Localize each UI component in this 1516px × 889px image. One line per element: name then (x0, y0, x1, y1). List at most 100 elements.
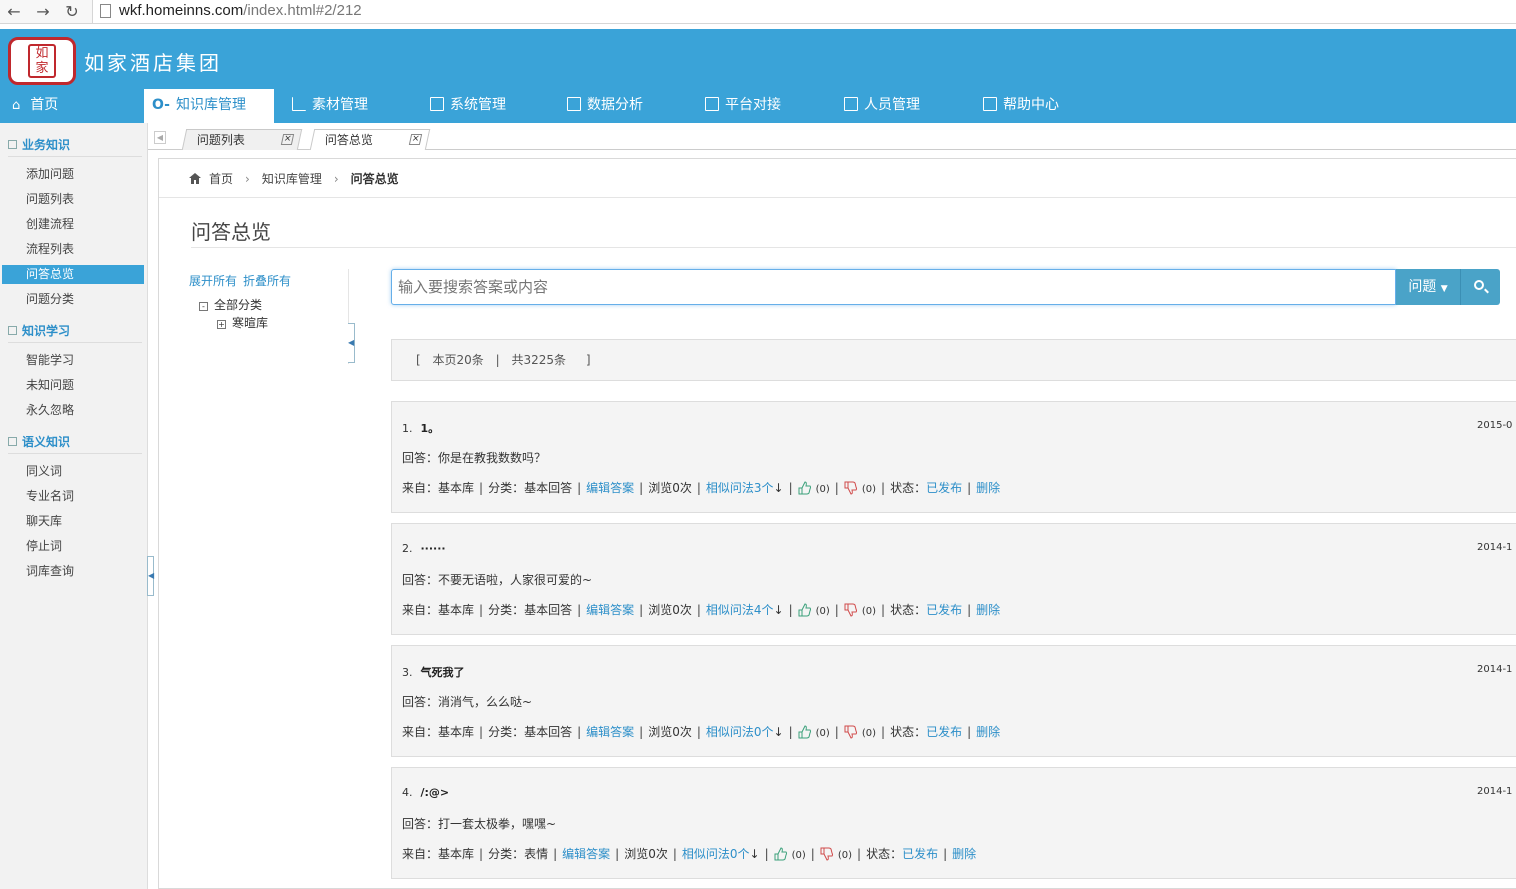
thumbs-up-icon[interactable] (798, 481, 812, 495)
address-bar[interactable]: wkf.homeinns.com/index.html#2/212 (92, 0, 1516, 23)
sidebar-item-lexicon-query[interactable]: 词库查询 (2, 562, 144, 581)
sidebar-item-question-category[interactable]: 问题分类 (2, 290, 144, 309)
sidebar-section-semantic[interactable]: 语义知识 (8, 433, 70, 450)
tab-question-list-label: 问题列表 (196, 133, 245, 147)
sidebar-item-unknown-questions[interactable]: 未知问题 (2, 376, 144, 395)
sidebar-section-business[interactable]: 业务知识 (8, 136, 70, 153)
windows-icon (983, 97, 997, 111)
thumbs-up-icon[interactable] (798, 603, 812, 617)
home-icon: ⌂ (12, 98, 21, 113)
sidebar-item-terms[interactable]: 专业名词 (2, 487, 144, 506)
divider (191, 247, 1516, 248)
edit-answer-link[interactable]: 编辑答案 (562, 847, 610, 861)
nav-people[interactable]: 人员管理 (836, 89, 956, 123)
tree-collapse-handle[interactable]: ◀ (348, 323, 355, 363)
edit-answer-link[interactable]: 编辑答案 (586, 603, 634, 617)
thumbs-down-icon[interactable] (820, 847, 834, 861)
nav-knowledge-base-label: 知识库管理 (175, 97, 246, 113)
similar-questions-link[interactable]: 相似问法0个 (682, 847, 750, 861)
breadcrumb-parent[interactable]: 知识库管理 (262, 172, 322, 186)
close-icon[interactable]: × (408, 134, 423, 145)
search-button[interactable] (1461, 269, 1500, 305)
search-type-dropdown[interactable]: 问题 ▼ (1396, 269, 1461, 305)
tree-node-greeting[interactable]: + 寒暄库 (217, 314, 268, 331)
nav-home[interactable]: ⌂ 首页 (4, 89, 144, 123)
delete-link[interactable]: 删除 (976, 725, 1000, 739)
sidebar-item-stopwords[interactable]: 停止词 (2, 537, 144, 556)
sidebar-item-create-flow[interactable]: 创建流程 (2, 215, 144, 234)
browser-toolbar: ← → ↻ wkf.homeinns.com/index.html#2/212 (0, 0, 1516, 24)
delete-link[interactable]: 删除 (952, 847, 976, 861)
sidebar-collapse-handle[interactable]: ◀ (147, 556, 154, 596)
arrow-down-icon[interactable]: ↓ (750, 847, 760, 861)
top-nav: ⌂ 首页 O- 知识库管理 素材管理 系统管理 数据分析 平台对接 人员管理 帮助中… (0, 89, 1516, 123)
breadcrumb-home[interactable]: 首页 (209, 172, 233, 186)
back-icon[interactable]: ← (4, 2, 24, 22)
search-input[interactable] (391, 269, 1396, 305)
arrow-down-icon[interactable]: ↓ (774, 603, 784, 617)
pager-summary: [ 本页20条 | 共3225条 ] (391, 339, 1516, 381)
status-link[interactable]: 已发布 (926, 603, 962, 617)
edit-answer-link[interactable]: 编辑答案 (586, 481, 634, 495)
similar-questions-link[interactable]: 相似问法0个 (706, 725, 774, 739)
similar-questions-link[interactable]: 相似问法3个 (706, 481, 774, 495)
close-icon[interactable]: × (280, 134, 295, 145)
qa-card: 2. ······ 2014-1 回答：不要无语啦，人家很可爱的~ 来自：基本库 |… (391, 523, 1516, 635)
card-meta: 来自：基本库 | 分类：基本回答 | 编辑答案 | 浏览0次 | 相似问法4个↓ | (0) | (0)… (402, 603, 1001, 617)
question[interactable]: 2. ······ (402, 542, 446, 555)
answer: 回答：你是在教我数数吗？ (402, 451, 547, 465)
sidebar-item-flow-list[interactable]: 流程列表 (2, 240, 144, 259)
reload-icon[interactable]: ↻ (62, 2, 82, 22)
expand-all-link[interactable]: 展开所有 (189, 274, 237, 288)
sidebar-item-add-question[interactable]: 添加问题 (2, 165, 144, 184)
arrow-down-icon[interactable]: ↓ (774, 725, 784, 739)
similar-questions-link[interactable]: 相似问法4个 (706, 603, 774, 617)
arrow-down-icon[interactable]: ↓ (774, 481, 784, 495)
edit-answer-link[interactable]: 编辑答案 (586, 725, 634, 739)
logo-seal: 如家 (28, 44, 56, 78)
nav-materials[interactable]: 素材管理 (284, 89, 404, 123)
nav-help[interactable]: 帮助中心 (975, 89, 1095, 123)
nav-materials-label: 素材管理 (312, 97, 368, 113)
sidebar-item-smart-learning[interactable]: 智能学习 (2, 351, 144, 370)
status-link[interactable]: 已发布 (926, 481, 962, 495)
thumbs-down-icon[interactable] (844, 481, 858, 495)
logo[interactable]: 如家 (8, 37, 76, 85)
tab-qa-overview[interactable]: 问答总览 × (309, 129, 431, 150)
sidebar-item-ignored[interactable]: 永久忽略 (2, 401, 144, 420)
tree-node-all[interactable]: - 全部分类 (199, 296, 262, 313)
collapse-all-link[interactable]: 折叠所有 (243, 274, 291, 288)
forward-icon[interactable]: → (33, 2, 53, 22)
page-icon (100, 4, 111, 18)
sidebar-section-learning[interactable]: 知识学习 (8, 322, 70, 339)
thumbs-up-icon[interactable] (774, 847, 788, 861)
tab-question-list[interactable]: 问题列表 × (181, 129, 303, 150)
sidebar-item-question-list[interactable]: 问题列表 (2, 190, 144, 209)
question[interactable]: 3. 气死我了 (402, 664, 465, 680)
thumbs-down-icon[interactable] (844, 725, 858, 739)
nav-platform[interactable]: 平台对接 (697, 89, 817, 123)
total-count: 共3225条 (511, 353, 567, 367)
sidebar: 业务知识 添加问题 问题列表 创建流程 流程列表 问答总览 问题分类 知识学习 … (0, 123, 148, 889)
thumbs-up-icon[interactable] (798, 725, 812, 739)
sidebar-item-synonyms[interactable]: 同义词 (2, 462, 144, 481)
thumbs-down-icon[interactable] (844, 603, 858, 617)
plus-box-icon[interactable]: + (217, 320, 226, 329)
sidebar-item-qa-overview[interactable]: 问答总览 (2, 265, 144, 284)
question[interactable]: 1. 1。 (402, 420, 439, 436)
app-header: 如家 如家酒店集团 ⌂ 首页 O- 知识库管理 素材管理 系统管理 数据分析 平台对… (0, 29, 1516, 123)
sidebar-item-chat-library[interactable]: 聊天库 (2, 512, 144, 531)
status-link[interactable]: 已发布 (926, 725, 962, 739)
minus-box-icon[interactable]: - (199, 302, 208, 311)
tab-scroll-left-icon[interactable]: ◀ (154, 131, 166, 144)
delete-link[interactable]: 删除 (976, 481, 1000, 495)
collapse-box-icon (8, 326, 17, 335)
nav-analytics[interactable]: 数据分析 (559, 89, 679, 123)
nav-help-label: 帮助中心 (1003, 97, 1059, 113)
question[interactable]: 4./:@> (402, 786, 449, 799)
status-link[interactable]: 已发布 (902, 847, 938, 861)
date: 2014-1 (1477, 786, 1513, 797)
nav-knowledge-base[interactable]: O- 知识库管理 (144, 89, 274, 123)
nav-system[interactable]: 系统管理 (422, 89, 542, 123)
delete-link[interactable]: 删除 (976, 603, 1000, 617)
